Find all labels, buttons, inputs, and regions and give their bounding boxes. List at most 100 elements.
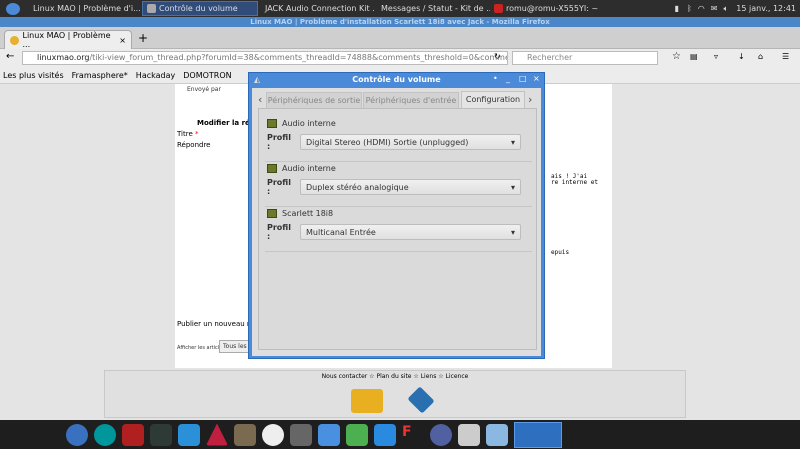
dropdown-arrow-icon: ▾ <box>510 182 515 192</box>
profile-value: Duplex stéréo analogique <box>306 182 409 192</box>
search-placeholder: Rechercher <box>527 53 573 62</box>
task-label: Messages / Statut - Kit de ... <box>381 4 490 13</box>
close-tab-icon[interactable]: × <box>119 36 126 45</box>
thunderbird-icon[interactable] <box>66 423 88 446</box>
tab-configuration[interactable]: Configuration <box>461 91 525 108</box>
speaker-icon <box>147 4 156 13</box>
calculator-icon[interactable] <box>290 423 312 446</box>
pin-button[interactable]: • <box>493 74 498 83</box>
system-monitor-icon[interactable] <box>150 423 172 446</box>
download-manager-icon[interactable] <box>374 423 396 446</box>
sent-by: Envoyé par <box>187 86 221 93</box>
footer-link-links[interactable]: Liens <box>421 373 437 380</box>
home-icon[interactable]: ⌂ <box>758 52 763 61</box>
tab-scroll-left[interactable]: ‹ <box>258 93 262 106</box>
library-icon[interactable]: ▤ <box>690 52 698 61</box>
home-folder-icon[interactable] <box>458 423 480 446</box>
minimize-button[interactable]: _ <box>506 74 510 83</box>
mail-icon[interactable]: ✉ <box>711 4 718 13</box>
reload-button[interactable]: ↻ <box>494 52 501 61</box>
tab-label: Linux MAO | Problème ... <box>22 31 111 49</box>
device-section: Scarlett 18i8 Profil : Multicanal Entrée ▾ <box>267 209 529 241</box>
fontforge-icon[interactable]: F <box>402 423 424 446</box>
ardour-icon[interactable] <box>206 423 228 446</box>
sound-card-icon <box>267 209 277 218</box>
url-path: /tiki-view_forum_thread.php?forumId=38&c… <box>89 53 508 62</box>
tiki-logo[interactable] <box>407 386 435 414</box>
nav-bar: ← linuxmao.org/tiki-view_forum_thread.ph… <box>0 49 800 67</box>
pocket-icon[interactable]: ▿ <box>714 52 718 61</box>
footer-link-contact[interactable]: Nous contacter <box>322 373 368 380</box>
tab-output-devices[interactable]: Périphériques de sortie <box>266 92 362 108</box>
bookmark-most-visited[interactable]: Les plus visités <box>3 71 64 80</box>
dropdown-arrow-icon: ▾ <box>510 137 515 147</box>
battery-icon[interactable]: ▮ <box>675 4 679 13</box>
bookmark-star-icon[interactable]: ☆ <box>672 51 681 62</box>
menu-icon[interactable]: ☰ <box>782 52 789 61</box>
profile-select[interactable]: Duplex stéréo analogique ▾ <box>300 179 521 195</box>
reply-label: Répondre <box>177 141 211 149</box>
globe-icon[interactable] <box>430 423 452 446</box>
task-terminal[interactable]: romu@romu-X555YI: ~ <box>490 1 606 16</box>
bookmark-domotron[interactable]: DOMOTRON <box>183 71 231 80</box>
writer-icon[interactable] <box>318 423 340 446</box>
profile-value: Digital Stereo (HDMI) Sortie (unplugged) <box>306 137 469 147</box>
clock[interactable]: 15 janv., 12:41 <box>736 4 796 13</box>
task-messages[interactable]: Messages / Statut - Kit de ... <box>374 1 490 16</box>
maximize-button[interactable]: □ <box>519 74 527 83</box>
browser-tab[interactable]: Linux MAO | Problème ... × <box>4 30 132 49</box>
task-firefox[interactable]: Linux MAO | Problème d'i... <box>26 1 142 16</box>
dialog-title: Contrôle du volume <box>352 75 441 84</box>
configuration-pane: Audio interne Profil : Digital Stereo (HD… <box>258 108 537 350</box>
site-footer: Nous contacter ☆ Plan du site ☆ Liens ☆ … <box>104 370 686 418</box>
folder-icon[interactable] <box>486 423 508 446</box>
profile-label: Profil : <box>267 133 291 151</box>
tux-logo[interactable] <box>351 389 383 413</box>
dock: F <box>0 420 800 449</box>
tab-input-devices[interactable]: Périphériques d'entrée <box>363 92 459 108</box>
musescore-icon[interactable] <box>262 423 284 446</box>
device-name: Audio interne <box>282 119 336 128</box>
profile-select[interactable]: Multicanal Entrée ▾ <box>300 224 521 240</box>
sound-card-icon <box>267 119 277 128</box>
title-label: Titre * <box>177 130 199 138</box>
search-input[interactable]: Rechercher <box>512 51 658 65</box>
window-title: Linux MAO | Problème d'installation Scar… <box>0 17 800 27</box>
profile-label: Profil : <box>267 178 291 196</box>
task-jack[interactable]: JACK Audio Connection Kit ... <box>258 1 374 16</box>
text-snippet: re interne et <box>551 179 598 186</box>
calc-icon[interactable] <box>346 423 368 446</box>
dropdown-arrow-icon: ▾ <box>510 227 515 237</box>
app-red-icon[interactable] <box>122 423 144 446</box>
task-label: Linux MAO | Problème d'i... <box>33 4 141 13</box>
bookmark-hackaday[interactable]: Hackaday <box>136 71 175 80</box>
gimp-icon[interactable] <box>234 423 256 446</box>
bookmark-framasphere[interactable]: Framasphere* <box>72 71 128 80</box>
wifi-icon[interactable]: ◠ <box>698 4 705 13</box>
task-label: Contrôle du volume <box>159 4 238 13</box>
tab-scroll-right[interactable]: › <box>528 93 532 106</box>
task-label: JACK Audio Connection Kit ... <box>265 4 374 13</box>
close-button[interactable]: × <box>533 74 540 83</box>
windows-icon[interactable] <box>178 423 200 446</box>
divider <box>265 206 532 207</box>
tab-strip: Linux MAO | Problème ... × + <box>0 27 800 49</box>
penguin-icon <box>10 35 19 45</box>
task-label: romu@romu-X555YI: ~ <box>506 4 599 13</box>
footer-link-sitemap[interactable]: Plan du site <box>376 373 411 380</box>
back-button[interactable]: ← <box>6 51 14 62</box>
bluetooth-icon[interactable]: ᛒ <box>687 4 692 13</box>
device-name: Audio interne <box>282 164 336 173</box>
volume-control-dialog: Contrôle du volume ◭ • _ □ × ‹ Périphéri… <box>248 72 545 359</box>
footer-link-licence[interactable]: Licence <box>446 373 469 380</box>
profile-select[interactable]: Digital Stereo (HDMI) Sortie (unplugged)… <box>300 134 521 150</box>
volume-control-dock-item[interactable] <box>514 421 562 448</box>
new-tab-button[interactable]: + <box>138 31 148 45</box>
download-icon[interactable]: ↓ <box>738 52 745 61</box>
volume-icon[interactable]: 🔈︎ <box>723 4 728 14</box>
url-bar[interactable]: linuxmao.org/tiki-view_forum_thread.php?… <box>22 51 508 65</box>
menu-icon[interactable] <box>6 2 20 15</box>
arduino-icon[interactable] <box>94 423 116 446</box>
task-volume[interactable]: Contrôle du volume <box>142 1 258 16</box>
divider <box>265 161 532 162</box>
